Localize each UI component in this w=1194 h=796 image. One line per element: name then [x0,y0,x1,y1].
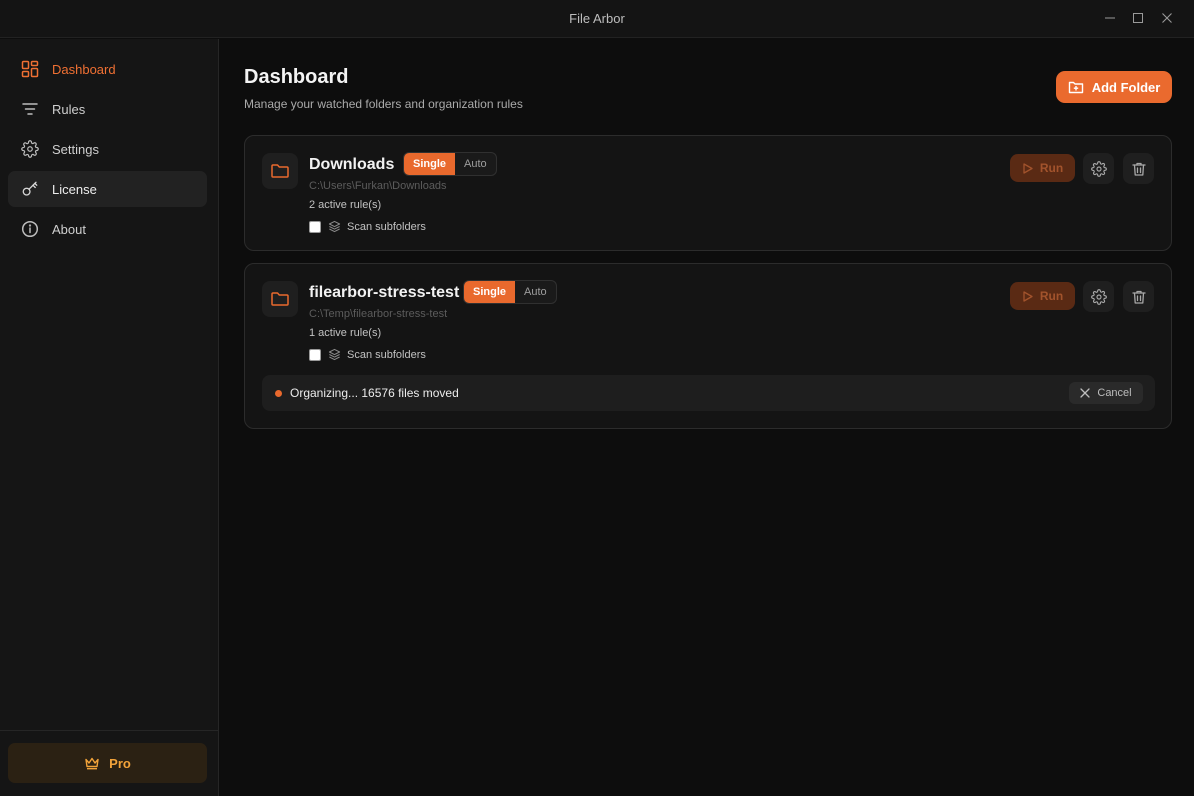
sidebar-item-label: License [52,181,97,197]
sidebar-divider [0,730,219,731]
pro-button[interactable]: Pro [8,743,207,783]
sidebar-item-about[interactable]: About [8,211,207,247]
run-button[interactable]: Run [1010,282,1075,310]
crown-icon [85,757,99,770]
mode-auto-option[interactable]: Auto [515,281,556,303]
minimize-icon [1105,17,1115,19]
sidebar-item-rules[interactable]: Rules [8,91,207,127]
organizing-status-bar: Organizing... 16576 files moved Cancel [262,375,1155,411]
sidebar-item-label: Settings [52,141,99,157]
folder-settings-button[interactable] [1083,281,1114,312]
close-icon [1080,388,1091,398]
sidebar-item-label: Rules [52,101,86,117]
minimize-button[interactable] [1099,8,1121,28]
add-folder-button[interactable]: Add Folder [1056,71,1172,103]
scan-subfolders-label: Scan subfolders [347,348,426,361]
scan-subfolders-label: Scan subfolders [347,220,426,233]
sidebar-item-license[interactable]: License [8,171,207,207]
folder-name: Downloads [309,156,395,173]
trash-icon [1131,162,1146,176]
layers-icon [328,220,341,233]
info-icon [21,220,39,238]
folder-path: C:\Users\Furkan\Downloads [309,180,447,192]
status-dot [275,390,282,397]
cancel-button[interactable]: Cancel [1069,382,1143,404]
mode-auto-option[interactable]: Auto [455,153,496,175]
filter-icon [21,100,39,118]
sidebar-item-settings[interactable]: Settings [8,131,207,167]
scan-subfolders-checkbox[interactable] [309,220,321,233]
folder-card-downloads: Downloads Single Auto C:\Users\Furkan\Do… [244,135,1172,251]
title-bar: File Arbor [0,0,1194,38]
organizing-status-text: Organizing... 16576 files moved [290,386,459,400]
pro-label: Pro [109,755,131,771]
key-icon [21,180,39,198]
cancel-label: Cancel [1097,387,1132,399]
folder-icon [271,292,289,306]
close-icon [1162,13,1172,23]
mode-single-option[interactable]: Single [464,281,516,303]
active-rules-count: 1 active rule(s) [309,327,382,339]
folder-plus-icon [1068,81,1083,94]
close-button[interactable] [1156,8,1178,28]
maximize-icon [1133,13,1143,23]
add-folder-label: Add Folder [1091,79,1161,95]
layers-icon [328,348,341,361]
page-title: Dashboard [244,66,349,88]
dashboard-icon [21,60,39,78]
folder-icon-box [262,281,298,317]
window-title: File Arbor [569,11,625,26]
folder-settings-button[interactable] [1083,153,1114,184]
play-icon [1023,162,1033,174]
sidebar-item-label: About [52,221,86,237]
maximize-button[interactable] [1127,8,1149,28]
sidebar: Dashboard Rules Settings License About P… [0,39,219,796]
folder-icon [271,164,289,178]
mode-single-option[interactable]: Single [404,153,456,175]
folder-name: filearbor-stress-test [309,284,460,301]
mode-toggle: Single Auto [403,152,497,176]
gear-icon [21,140,39,158]
run-button[interactable]: Run [1010,154,1075,182]
gear-icon [1090,288,1107,305]
play-icon [1023,290,1033,302]
scan-subfolders-row: Scan subfolders [309,220,426,233]
folder-icon-box [262,153,298,189]
scan-subfolders-row: Scan subfolders [309,348,426,361]
run-label: Run [1039,161,1064,175]
delete-folder-button[interactable] [1123,281,1154,312]
main-content: Dashboard Manage your watched folders an… [220,39,1194,796]
delete-folder-button[interactable] [1123,153,1154,184]
folder-path: C:\Temp\filearbor-stress-test [309,308,448,320]
scan-subfolders-checkbox[interactable] [309,348,321,361]
page-subtitle: Manage your watched folders and organiza… [244,97,523,111]
mode-toggle: Single Auto [463,280,557,304]
trash-icon [1131,290,1146,304]
run-label: Run [1039,289,1064,303]
sidebar-item-dashboard[interactable]: Dashboard [8,51,207,87]
folder-card-stress-test: filearbor-stress-test Single Auto C:\Tem… [244,263,1172,429]
active-rules-count: 2 active rule(s) [309,199,382,211]
gear-icon [1090,160,1107,177]
sidebar-item-label: Dashboard [52,61,116,77]
